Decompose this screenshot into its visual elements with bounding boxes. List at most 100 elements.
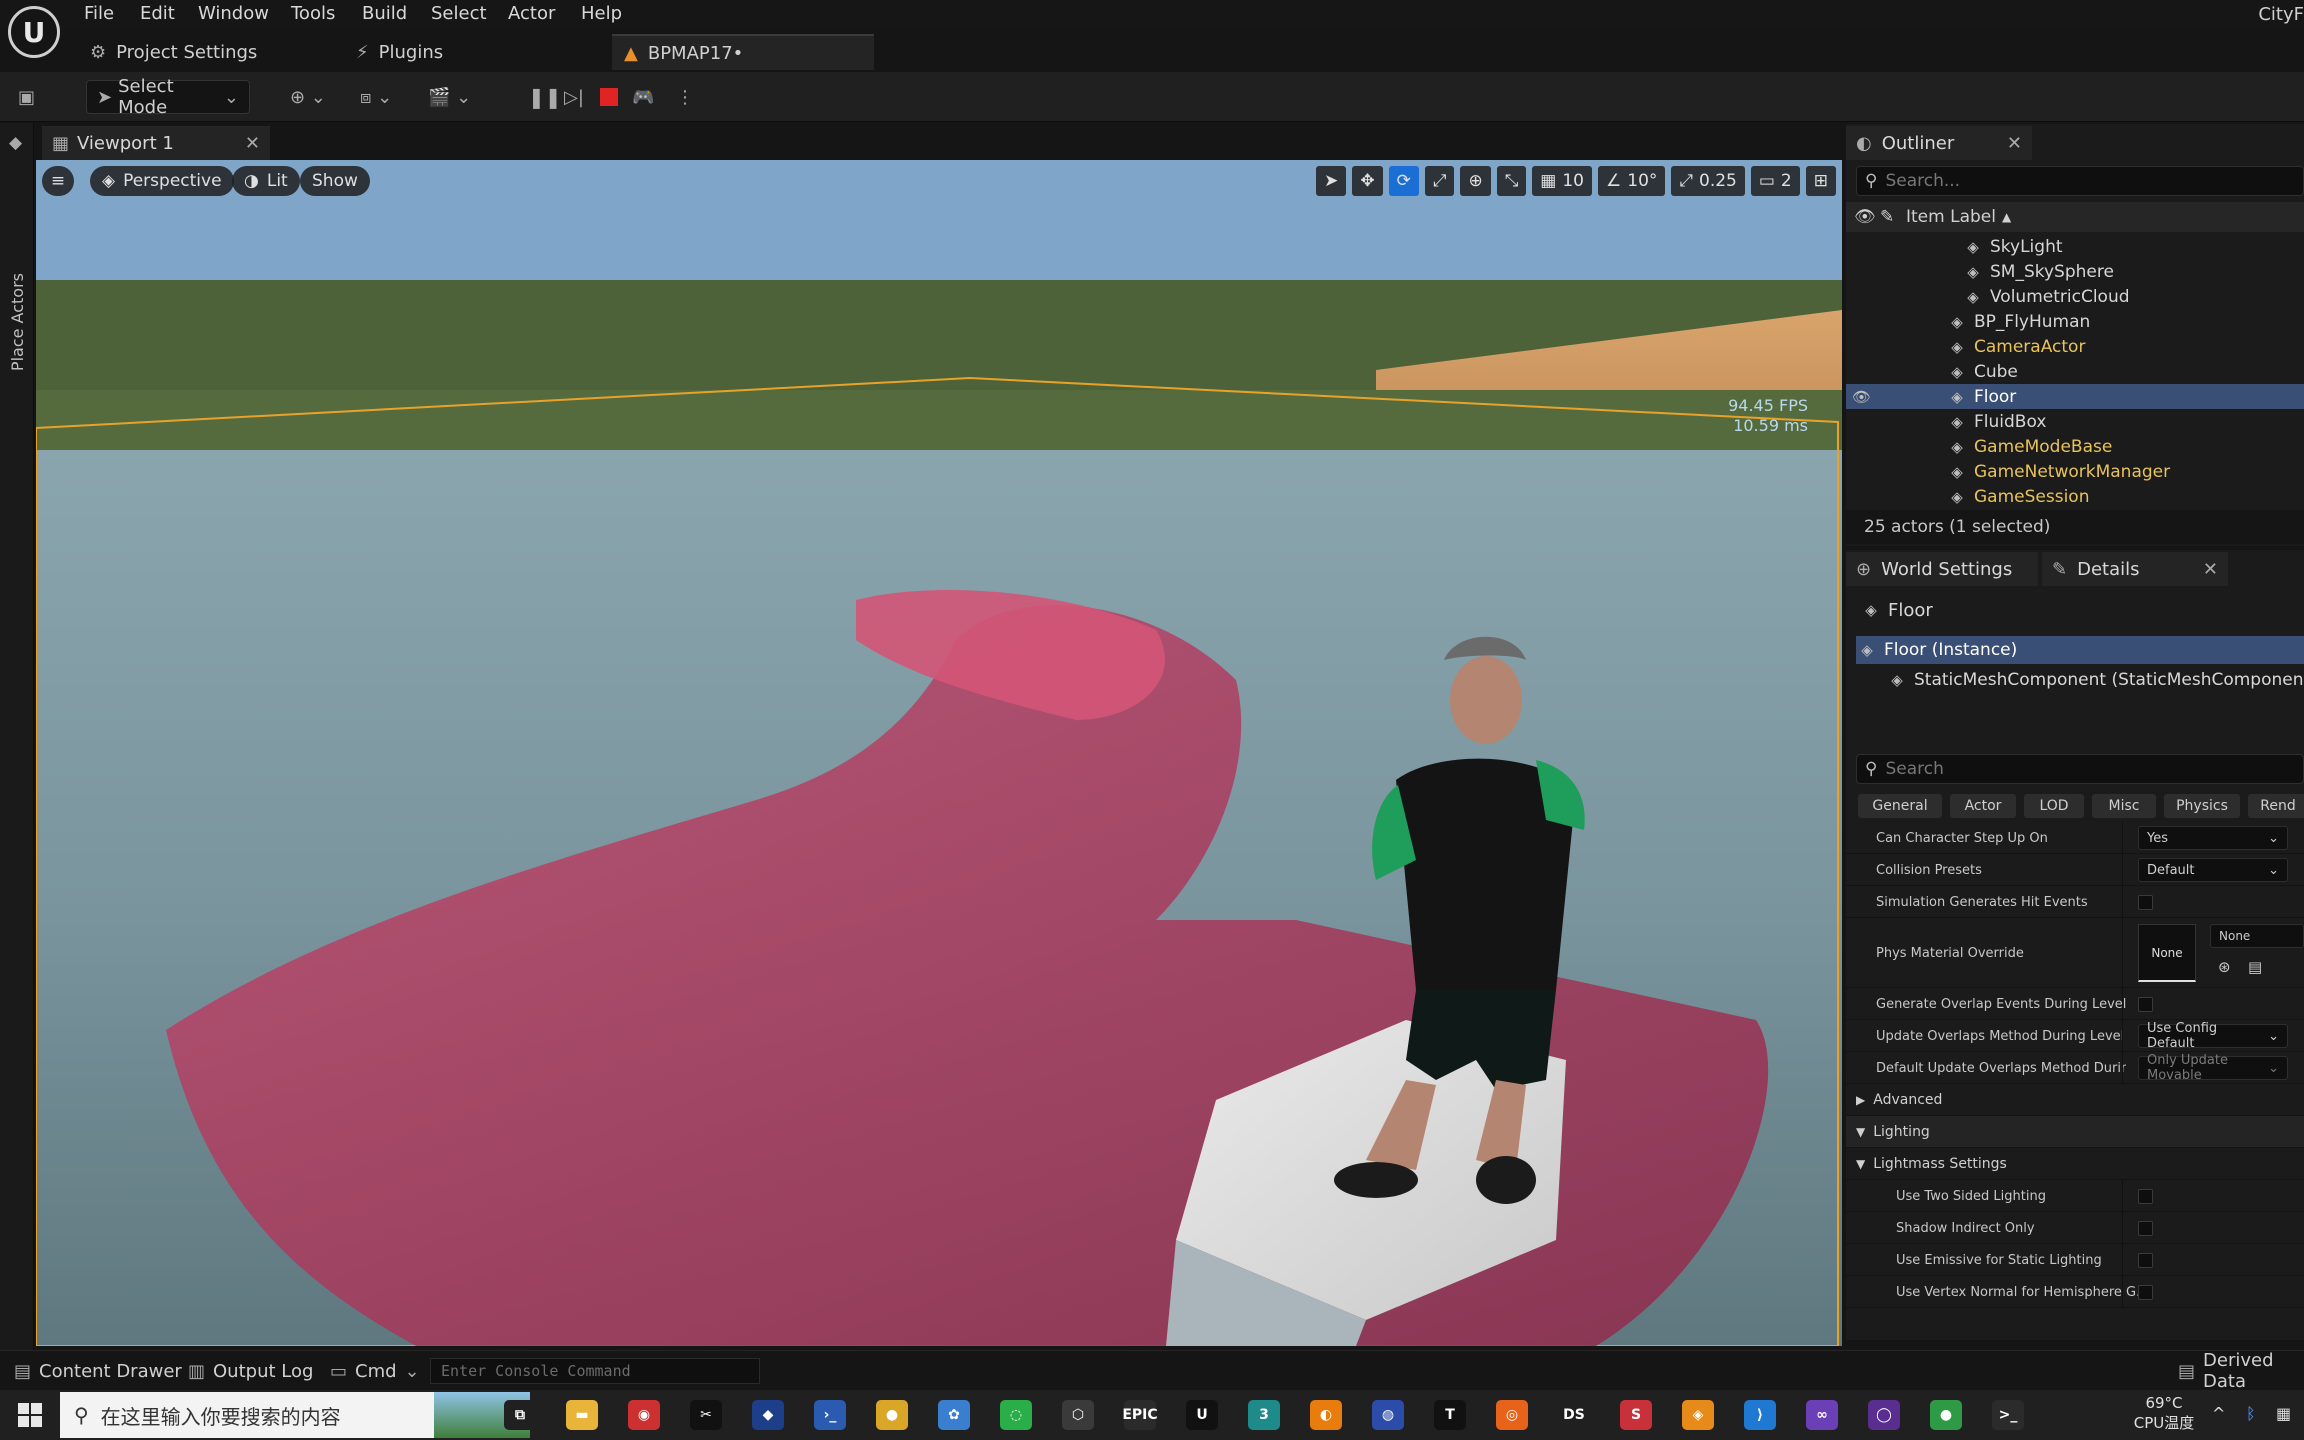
menu-help[interactable]: Help — [581, 3, 622, 24]
capcut-icon[interactable]: ✂ — [690, 1400, 722, 1430]
daz-studio-icon[interactable]: DS — [1558, 1400, 1590, 1430]
tab-world-settings[interactable]: ⊕ World Settings — [1846, 552, 2038, 586]
translate-tool-button[interactable]: ✥ — [1352, 166, 1383, 196]
blender-icon[interactable]: ◐ — [1310, 1400, 1342, 1430]
network-icon[interactable]: ▦ — [2276, 1404, 2291, 1423]
category-lod[interactable]: LOD — [2024, 794, 2084, 818]
world-local-button[interactable]: ⊕ — [1460, 166, 1491, 196]
category-actor[interactable]: Actor — [1950, 794, 2016, 818]
vertex-normal-checkbox[interactable] — [2138, 1285, 2153, 1300]
outliner-row[interactable]: ◈ GameNetworkManager — [1846, 459, 2304, 484]
scale-tool-button[interactable]: ⤢ — [1424, 166, 1455, 196]
outliner-row[interactable]: ◈ VolumetricCloud — [1846, 284, 2304, 309]
menu-build[interactable]: Build — [362, 3, 407, 24]
surface-snap-button[interactable]: ⤡ — [1496, 166, 1527, 196]
substance-icon[interactable]: S — [1620, 1400, 1652, 1430]
outliner-row[interactable]: ◈ SM_SkySphere — [1846, 259, 2304, 284]
powershell-icon[interactable]: ›_ — [814, 1400, 846, 1430]
stop-button[interactable] — [600, 80, 618, 114]
output-log-button[interactable]: ▥ Output Log — [188, 1358, 313, 1384]
phys-material-thumbnail[interactable]: None — [2138, 924, 2196, 982]
level-viewport[interactable]: ≡ ◈ Perspective ◑ Lit Show ➤ ✥ ⟳ ⤢ ⊕ ⤡ ▦… — [36, 160, 1842, 1346]
cmd-dropdown[interactable]: ▭ Cmd ⌄ — [330, 1358, 420, 1384]
cinematics-button[interactable]: 🎬 ⌄ — [428, 80, 471, 114]
close-icon[interactable]: ✕ — [2203, 559, 2218, 580]
overlap-events-checkbox[interactable] — [2138, 997, 2153, 1012]
browse-folder-icon[interactable]: ▤ — [2248, 958, 2262, 976]
blueprints-button[interactable]: ⧈ ⌄ — [360, 80, 392, 114]
outliner-row[interactable]: 👁 ◈ Floor — [1846, 384, 2304, 409]
terminal-icon[interactable]: >_ — [1992, 1400, 2024, 1430]
outliner-row[interactable]: ◈ Cube — [1846, 359, 2304, 384]
camera-speed-button[interactable]: ▭ 2 — [1750, 166, 1800, 196]
outliner-row[interactable]: ◈ BP_FlyHuman — [1846, 309, 2304, 334]
bluetooth-icon[interactable]: ᛒ — [2246, 1404, 2256, 1423]
add-content-button[interactable]: ⊕ ⌄ — [290, 80, 326, 114]
content-drawer-button[interactable]: ▤ Content Drawer — [14, 1358, 182, 1384]
update-overlaps-dropdown[interactable]: Use Config Default ⌄ — [2138, 1021, 2288, 1051]
view-mode-dropdown[interactable]: ◑ Lit — [232, 166, 300, 196]
outliner-column-header[interactable]: 👁 ✎ Item Label ▲ — [1846, 202, 2304, 232]
outliner-row[interactable]: ◈ GameModeBase — [1846, 434, 2304, 459]
outliner-row[interactable]: ◈ CameraActor — [1846, 334, 2304, 359]
tab-plugins[interactable]: ⚡ Plugins — [344, 34, 455, 70]
console-command-input[interactable]: Enter Console Command — [430, 1358, 760, 1384]
menu-actor[interactable]: Actor — [508, 3, 555, 24]
tab-outliner[interactable]: ◐ Outliner ✕ — [1846, 126, 2032, 160]
eye-icon[interactable]: 👁 — [1852, 388, 1872, 406]
chrome-2-icon[interactable]: ● — [1930, 1400, 1962, 1430]
marmoset-icon[interactable]: ◈ — [1682, 1400, 1714, 1430]
can-step-up-dropdown[interactable]: Yes ⌄ — [2138, 826, 2288, 850]
more-options-button[interactable]: ⋮ — [676, 80, 694, 114]
tab-project-settings[interactable]: ⚙ Project Settings — [78, 34, 269, 70]
category-misc[interactable]: Misc — [2092, 794, 2156, 818]
default-overlaps-dropdown[interactable]: Only Update Movable ⌄ — [2138, 1053, 2288, 1083]
tab-level[interactable]: ▲ BPMAP17• — [612, 34, 874, 70]
section-lightmass-settings[interactable]: ▼ Lightmass Settings — [1846, 1148, 2304, 1180]
component-row-static-mesh[interactable]: ◈ StaticMeshComponent (StaticMeshCompone… — [1886, 666, 2304, 694]
collision-presets-dropdown[interactable]: Default ⌄ — [2138, 858, 2288, 882]
github-icon[interactable]: ◯ — [1868, 1400, 1900, 1430]
menu-window[interactable]: Window — [198, 3, 269, 24]
save-button[interactable]: ▣ — [18, 80, 35, 114]
possess-button[interactable]: 🎮 — [632, 80, 654, 114]
visual-studio-icon[interactable]: ∞ — [1806, 1400, 1838, 1430]
use-selected-icon[interactable]: ⊛ — [2218, 958, 2231, 976]
unreal-engine-icon[interactable]: U — [1186, 1400, 1218, 1430]
outliner-row[interactable]: ◈ GameSession — [1846, 484, 2304, 509]
derived-data-button[interactable]: ▤ Derived Data — [2178, 1350, 2304, 1392]
select-mode-dropdown[interactable]: ➤ Select Mode ⌄ — [86, 76, 250, 118]
outliner-row[interactable]: ◈ FluidBox — [1846, 409, 2304, 434]
tab-viewport-1[interactable]: ▦ Viewport 1 ✕ — [42, 126, 270, 160]
tab-details[interactable]: ✎ Details ✕ — [2042, 552, 2228, 586]
menu-file[interactable]: File — [84, 3, 114, 24]
section-lighting[interactable]: ▼ Lighting — [1846, 1116, 2304, 1148]
menu-edit[interactable]: Edit — [140, 3, 175, 24]
perspective-dropdown[interactable]: ◈ Perspective — [90, 166, 234, 196]
layout-button[interactable]: ⊞ — [1805, 166, 1836, 196]
chevron-up-icon[interactable]: ^ — [2212, 1404, 2225, 1423]
epic-games-icon[interactable]: EPIC — [1122, 1400, 1158, 1430]
unreal-logo-icon[interactable]: U — [8, 6, 60, 58]
category-rendering[interactable]: Rend — [2248, 794, 2304, 818]
details-search-input[interactable]: ⚲ Search — [1856, 754, 2304, 784]
screen-recorder-icon[interactable]: ◉ — [628, 1400, 660, 1430]
taskbar-search-input[interactable]: ⚲ 在这里输入你要搜索的内容 — [60, 1392, 530, 1438]
rotation-snap-button[interactable]: ∠ 10° — [1598, 166, 1666, 196]
outliner-row[interactable]: ◈ SkyLight — [1846, 234, 2304, 259]
vscode-icon[interactable]: ⟩ — [1744, 1400, 1776, 1430]
section-advanced[interactable]: ▶ Advanced — [1846, 1084, 2304, 1116]
wechat-icon[interactable]: ◌ — [1000, 1400, 1032, 1430]
unity-icon[interactable]: ⬡ — [1062, 1400, 1094, 1430]
app-blue-icon[interactable]: ◆ — [752, 1400, 784, 1430]
file-explorer-icon[interactable]: ▬ — [566, 1400, 598, 1430]
pause-button[interactable]: ❚❚ — [528, 80, 562, 114]
grid-snap-button[interactable]: ▦ 10 — [1532, 166, 1592, 196]
close-icon[interactable]: ✕ — [245, 133, 260, 154]
scale-snap-button[interactable]: ⤢ 0.25 — [1671, 166, 1745, 196]
category-physics[interactable]: Physics — [2164, 794, 2240, 818]
chrome-icon[interactable]: ● — [876, 1400, 908, 1430]
place-actors-tab[interactable]: Place Actors — [8, 273, 27, 371]
place-actors-icon[interactable]: ◆ — [9, 133, 22, 153]
task-view-icon[interactable]: ⧉ — [504, 1400, 536, 1430]
